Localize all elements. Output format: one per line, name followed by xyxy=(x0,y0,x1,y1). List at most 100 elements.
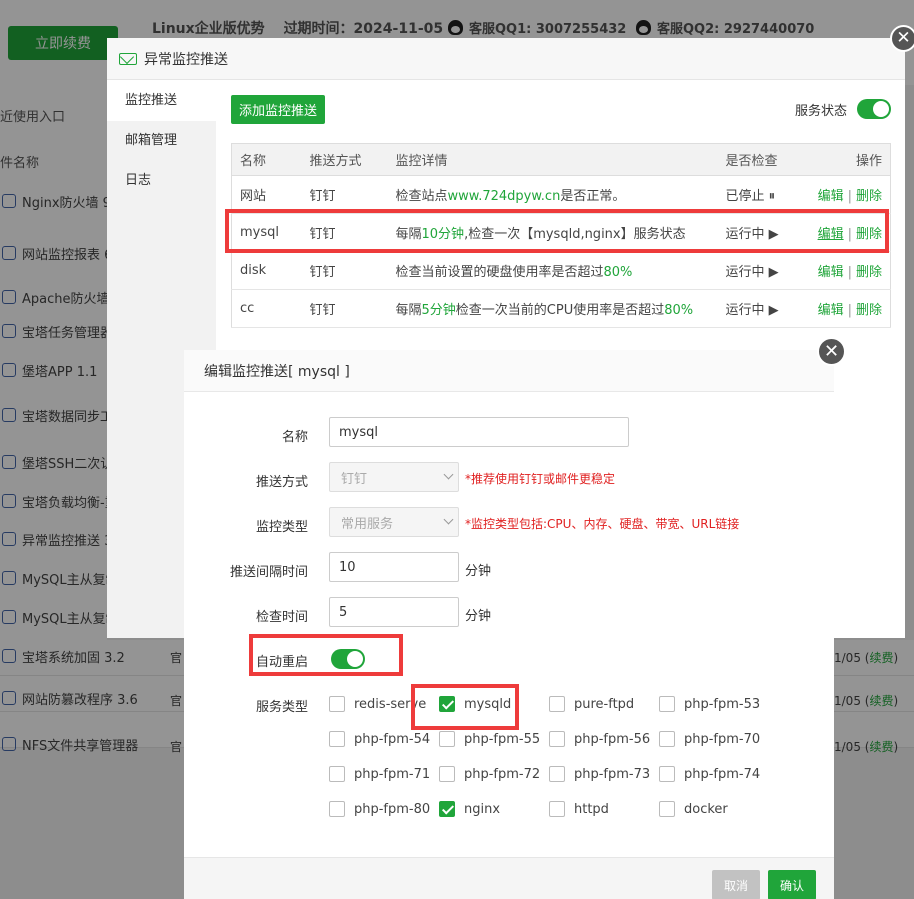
edit-link[interactable]: 编辑 xyxy=(818,303,844,318)
service-checkbox-php-fpm-74[interactable]: php-fpm-74 xyxy=(659,766,760,782)
edit-monitor-modal: 编辑监控推送[ mysql ] ✕ 名称 mysql 推送方式 钉钉 *推荐使用… xyxy=(184,337,846,899)
delete-link[interactable]: 删除 xyxy=(856,265,882,280)
name-input[interactable]: mysql xyxy=(329,417,629,447)
tab-monitor-push[interactable]: 监控推送 xyxy=(107,81,216,121)
row-name: disk xyxy=(231,251,310,290)
check-time-unit: 分钟 xyxy=(465,609,492,624)
monitor-type-tip: *监控类型包括:CPU、内存、硬盘、带宽、URL链接 xyxy=(465,517,740,531)
tab-log[interactable]: 日志 xyxy=(107,161,216,201)
push-method-select[interactable]: 钉钉 xyxy=(329,462,459,492)
service-checkbox-php-fpm-54[interactable]: php-fpm-54 xyxy=(329,731,430,747)
push-method-value: 钉钉 xyxy=(341,471,368,487)
service-status-label: 服务状态 xyxy=(794,103,847,119)
service-checkbox-php-fpm-72[interactable]: php-fpm-72 xyxy=(439,766,540,782)
close-icon[interactable]: ✕ xyxy=(890,25,914,52)
checkbox-box[interactable] xyxy=(329,731,345,747)
checkbox-label: php-fpm-71 xyxy=(354,766,431,782)
checkbox-box[interactable] xyxy=(549,766,565,782)
col-method: 推送方式 xyxy=(309,143,396,176)
edit-link[interactable]: 编辑 xyxy=(818,189,844,204)
service-checkbox-php-fpm-80[interactable]: php-fpm-80 xyxy=(329,801,430,817)
detail-text: 检查站点 xyxy=(395,189,448,204)
interval-label: 推送间隔时间 xyxy=(229,565,308,580)
checkbox-label: pure-ftpd xyxy=(574,696,635,712)
highlight-box-mysql-row xyxy=(225,209,889,253)
checkbox-box[interactable] xyxy=(439,801,455,817)
cancel-button[interactable]: 取消 xyxy=(712,870,760,899)
separator: | xyxy=(847,189,852,204)
service-checkbox-httpd[interactable]: httpd xyxy=(549,801,609,817)
interval-input[interactable]: 10 xyxy=(329,552,459,582)
detail-text: 检查一次当前的CPU使用率是否超过 xyxy=(455,303,665,318)
row-method: 钉钉 xyxy=(309,175,396,214)
service-checkbox-docker[interactable]: docker xyxy=(659,801,728,817)
service-checkbox-pure-ftpd[interactable]: pure-ftpd xyxy=(549,696,634,712)
checkbox-box[interactable] xyxy=(659,766,675,782)
detail-highlight: 80% xyxy=(664,303,694,318)
checkbox-box[interactable] xyxy=(659,696,675,712)
service-checkbox-nginx[interactable]: nginx xyxy=(439,801,500,817)
checkbox-box[interactable] xyxy=(659,731,675,747)
tab-mailbox[interactable]: 邮箱管理 xyxy=(107,121,216,161)
checkbox-box[interactable] xyxy=(439,731,455,747)
table-header-row: 名称 推送方式 监控详情 是否检查 操作 xyxy=(231,143,891,176)
detail-highlight: 5分钟 xyxy=(421,303,456,318)
service-type-label: 服务类型 xyxy=(255,700,308,715)
checkbox-label: docker xyxy=(684,801,728,817)
edit-modal-title: 编辑监控推送[ mysql ] xyxy=(204,363,350,380)
modal-title: 异常监控推送 xyxy=(144,51,228,68)
add-monitor-button[interactable]: 添加监控推送 xyxy=(231,95,325,124)
service-checkbox-php-fpm-71[interactable]: php-fpm-71 xyxy=(329,766,430,782)
checkbox-box[interactable] xyxy=(659,801,675,817)
row-method: 钉钉 xyxy=(309,251,396,290)
checkbox-box[interactable] xyxy=(549,696,565,712)
service-status: 服务状态 xyxy=(795,99,891,119)
delete-link[interactable]: 删除 xyxy=(856,189,882,204)
checkbox-label: php-fpm-72 xyxy=(464,766,541,782)
checkbox-box[interactable] xyxy=(329,801,345,817)
interval-unit: 分钟 xyxy=(465,564,492,579)
row-status[interactable]: 已停止 ⏸ xyxy=(725,175,808,214)
monitor-type-select[interactable]: 常用服务 xyxy=(329,507,459,537)
row-detail: 检查站点www.724dpyw.cn是否正常。 xyxy=(395,175,726,214)
push-method-label: 推送方式 xyxy=(255,475,308,490)
edit-link[interactable]: 编辑 xyxy=(818,265,844,280)
checkbox-label: php-fpm-56 xyxy=(574,731,651,747)
push-method-tip: *推荐使用钉钉或邮件更稳定 xyxy=(465,472,616,486)
row-status[interactable]: 运行中 ▶ xyxy=(725,289,808,328)
checkbox-label: httpd xyxy=(574,801,609,817)
highlight-box-mysqld xyxy=(411,684,519,730)
check-time-label: 检查时间 xyxy=(255,610,308,625)
chevron-down-icon xyxy=(443,514,454,525)
name-label: 名称 xyxy=(281,430,308,445)
row-method: 钉钉 xyxy=(309,289,396,328)
check-time-input[interactable]: 5 xyxy=(329,597,459,627)
delete-link[interactable]: 删除 xyxy=(856,303,882,318)
service-checkbox-php-fpm-70[interactable]: php-fpm-70 xyxy=(659,731,760,747)
checkbox-box[interactable] xyxy=(439,766,455,782)
detail-text: 每隔 xyxy=(395,303,422,318)
separator: | xyxy=(847,265,852,280)
row-name: 网站 xyxy=(231,175,310,214)
service-checkbox-php-fpm-56[interactable]: php-fpm-56 xyxy=(549,731,650,747)
edit-modal-footer: 取消 确认 xyxy=(184,857,834,899)
checkbox-label: php-fpm-54 xyxy=(354,731,431,747)
confirm-button[interactable]: 确认 xyxy=(768,870,816,899)
col-action: 操作 xyxy=(807,143,891,176)
row-status[interactable]: 运行中 ▶ xyxy=(725,251,808,290)
table-row: cc 钉钉 每隔5分钟检查一次当前的CPU使用率是否超过80% 运行中 ▶ 编辑… xyxy=(231,289,891,328)
service-checkbox-php-fpm-53[interactable]: php-fpm-53 xyxy=(659,696,760,712)
checkbox-box[interactable] xyxy=(549,731,565,747)
service-checkbox-php-fpm-55[interactable]: php-fpm-55 xyxy=(439,731,540,747)
checkbox-box[interactable] xyxy=(329,696,345,712)
checkbox-box[interactable] xyxy=(329,766,345,782)
row-actions: 编辑 | 删除 xyxy=(807,175,891,214)
service-status-toggle[interactable] xyxy=(857,99,891,119)
edit-modal-header: 编辑监控推送[ mysql ] xyxy=(184,350,834,392)
table-row: disk 钉钉 检查当前设置的硬盘使用率是否超过80% 运行中 ▶ 编辑 | 删除 xyxy=(231,251,891,290)
service-checkbox-php-fpm-73[interactable]: php-fpm-73 xyxy=(549,766,650,782)
checkbox-box[interactable] xyxy=(549,801,565,817)
monitor-type-value: 常用服务 xyxy=(341,516,394,532)
close-icon[interactable]: ✕ xyxy=(817,337,846,366)
detail-text: 检查当前设置的硬盘使用率是否超过 xyxy=(395,265,604,280)
